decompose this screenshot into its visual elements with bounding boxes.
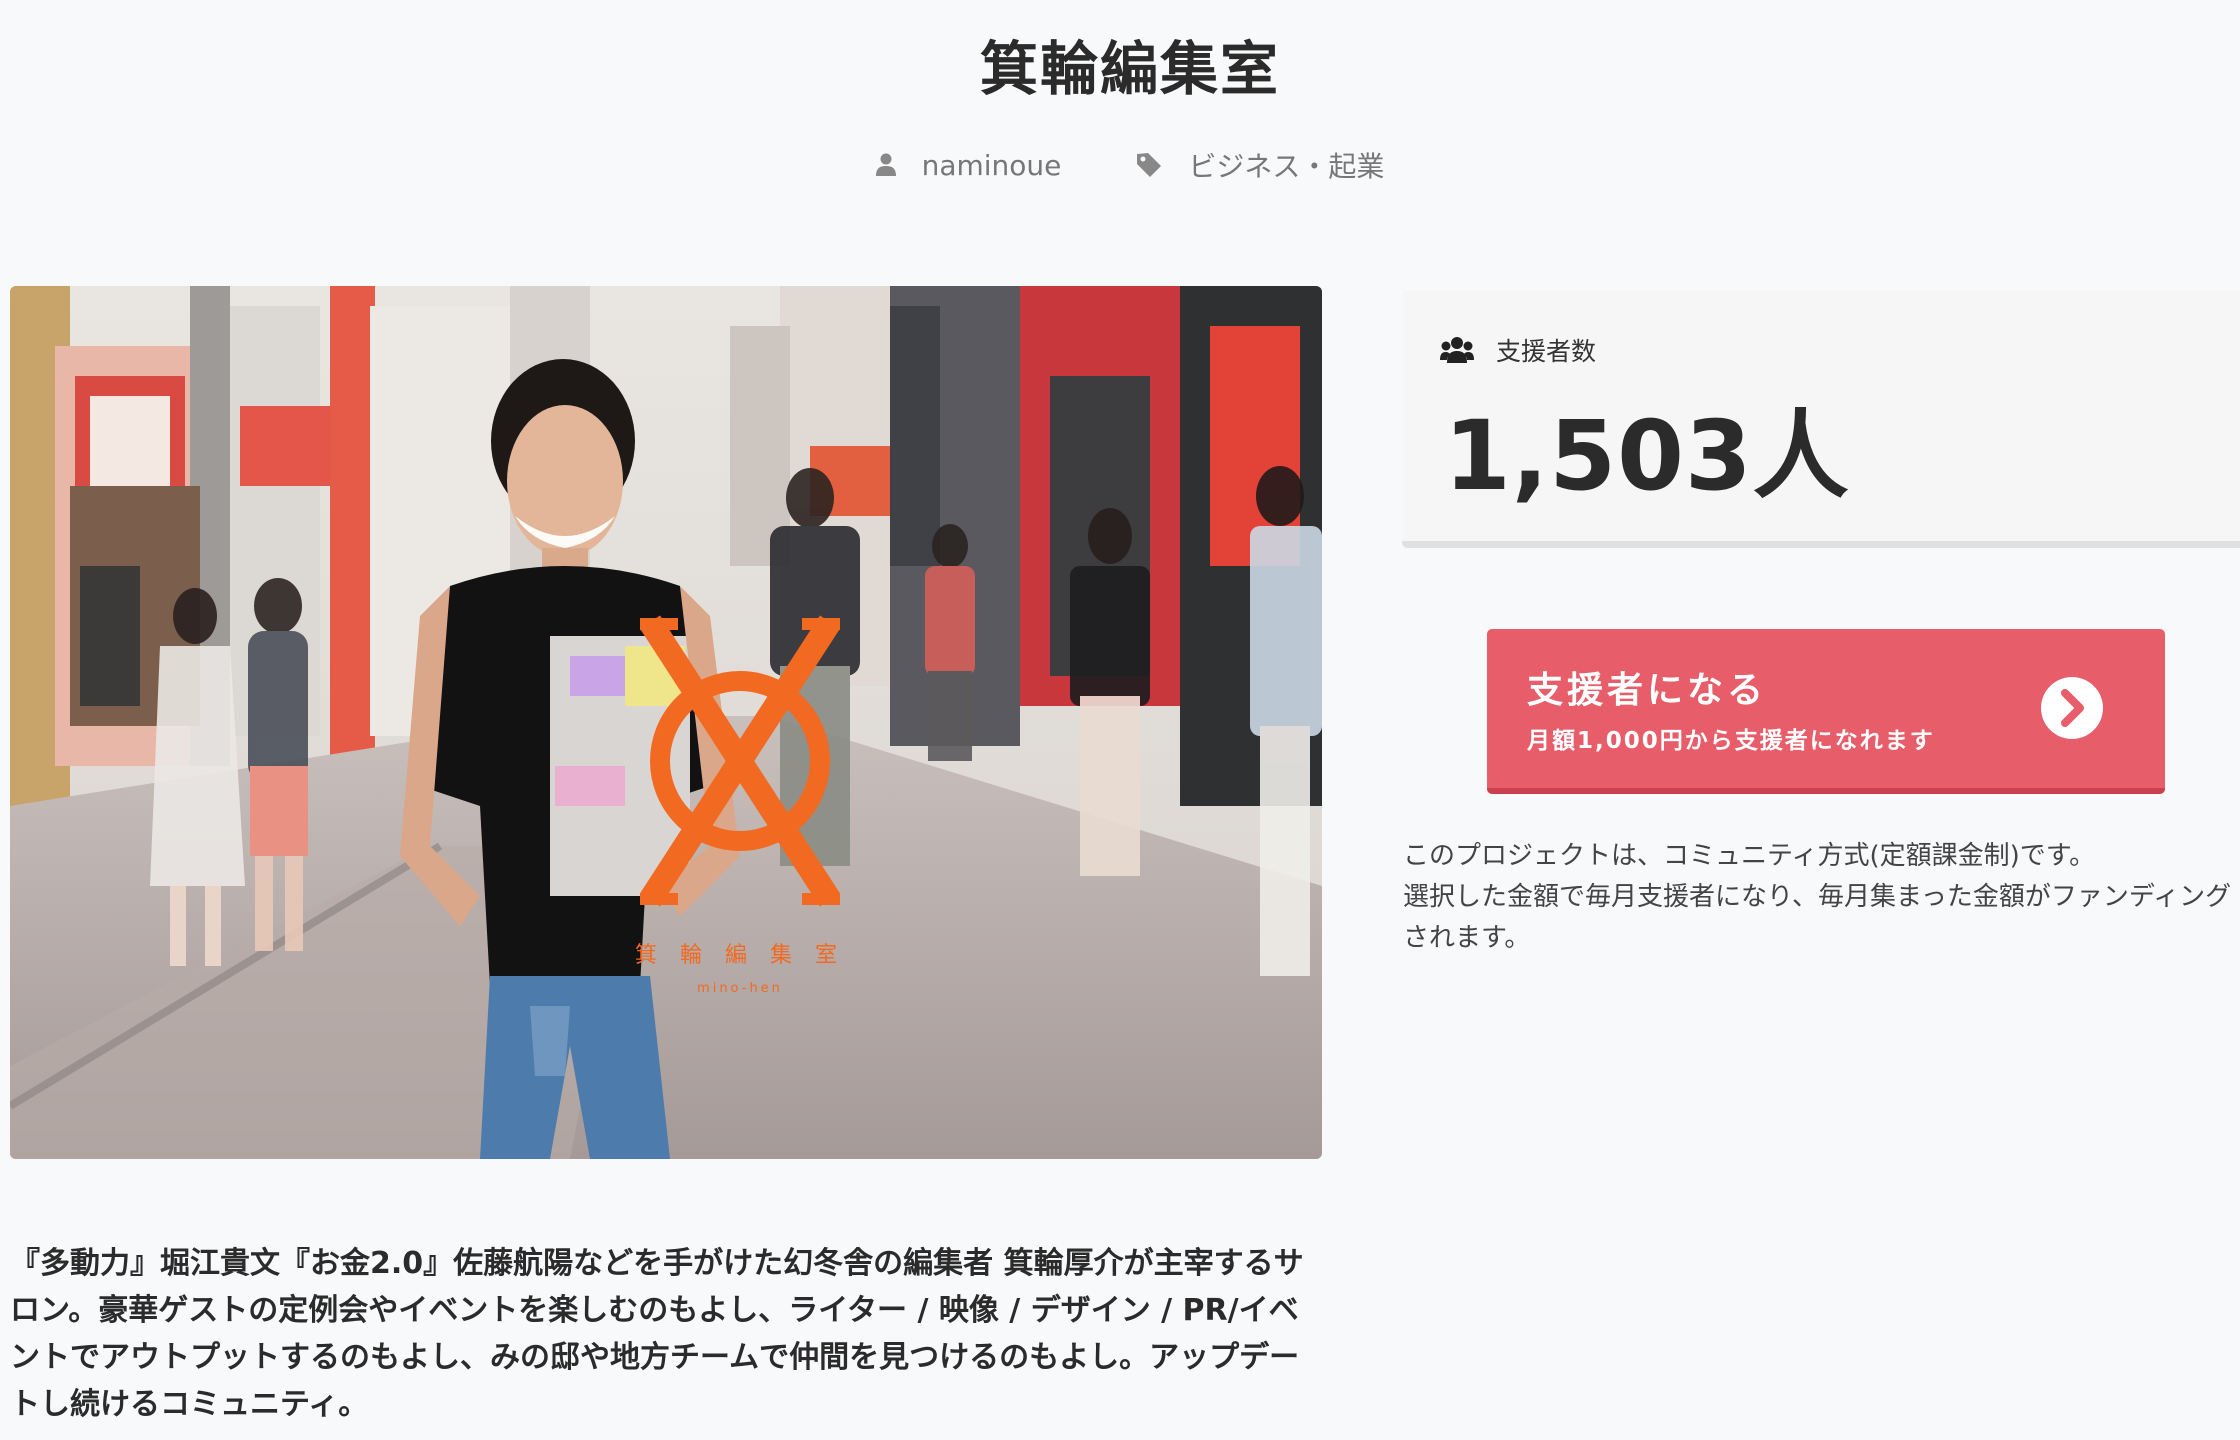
funding-explanation: このプロジェクトは、コミュニティ方式(定額課金制)です。 選択した金額で毎月支援… — [1403, 836, 2240, 959]
users-icon — [1440, 337, 1474, 363]
page-title: 箕輪編集室 — [979, 35, 1280, 103]
supporters-label-row: 支援者数 — [1440, 332, 1596, 368]
category-link[interactable]: ビジネス・起業 — [1136, 145, 1384, 185]
user-icon — [875, 153, 896, 176]
author-link[interactable]: naminoue — [875, 145, 1062, 185]
supporters-card: 支援者数 1,503人 — [1402, 290, 2240, 548]
become-supporter-button[interactable]: 支援者になる 月額1,000円から支援者になれます — [1487, 629, 2165, 794]
join-subtitle: 月額1,000円から支援者になれます — [1527, 728, 1935, 754]
hero-image: 箕 輪 編 集 室 mino-hen — [10, 286, 1322, 1159]
tag-icon — [1137, 153, 1162, 177]
join-title: 支援者になる — [1527, 670, 1768, 711]
hero-photo: 箕 輪 編 集 室 mino-hen — [10, 286, 1322, 1159]
logo-text: 箕 輪 編 集 室 — [635, 943, 845, 968]
category-name: ビジネス・起業 — [1188, 150, 1385, 183]
supporters-count: 1,503人 — [1444, 400, 1850, 512]
project-meta: naminoue ビジネス・起業 — [0, 145, 2240, 185]
author-name: naminoue — [921, 148, 1062, 182]
supporters-label: 支援者数 — [1496, 337, 1597, 366]
explain-line-1: このプロジェクトは、コミュニティ方式(定額課金制)です。 — [1403, 841, 2096, 871]
project-description: 『多動力』堀江貴文『お金2.0』佐藤航陽などを手がけた幻冬舎の編集者 箕輪厚介が… — [10, 1246, 1304, 1422]
chevron-right-circle-icon — [2041, 677, 2103, 739]
logo-subtext: mino-hen — [697, 981, 783, 996]
explain-line-2: 選択した金額で毎月支援者になり、毎月集まった金額がファンディングされます。 — [1403, 882, 2232, 953]
